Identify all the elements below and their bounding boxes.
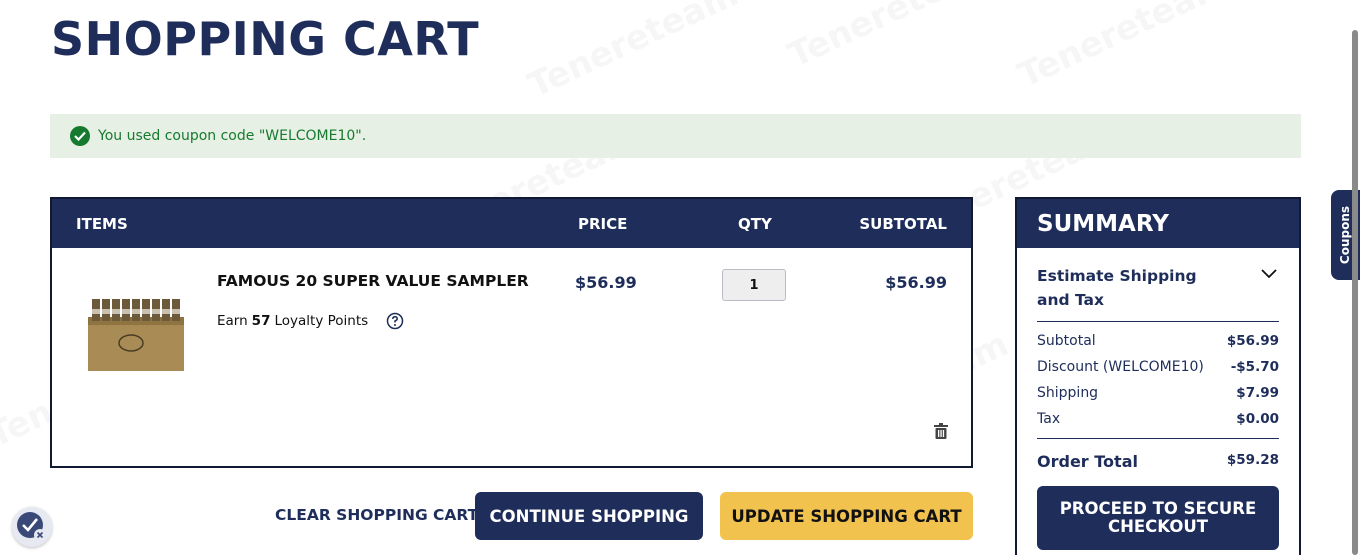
summary-label: Shipping	[1037, 385, 1099, 401]
item-subtotal: $56.99	[885, 273, 947, 292]
update-cart-button[interactable]: UPDATE SHOPPING CART	[720, 492, 973, 540]
page-title: SHOPPING CART	[51, 12, 480, 66]
order-total-label: Order Total	[1037, 452, 1138, 471]
summary-row-order-total: Order Total $59.28	[1037, 452, 1279, 471]
watermark-text: Tenereteam	[1012, 0, 1234, 96]
help-circle-icon[interactable]	[386, 312, 404, 330]
clear-cart-button[interactable]: CLEAR SHOPPING CART	[275, 506, 478, 524]
check-circle-icon	[70, 126, 90, 146]
verified-badge-icon[interactable]	[12, 507, 52, 547]
loyalty-prefix: Earn	[217, 313, 248, 329]
summary-row-discount: Discount (WELCOME10) -$5.70	[1037, 359, 1279, 375]
summary-row-tax: Tax $0.00	[1037, 411, 1279, 427]
proceed-to-checkout-button[interactable]: PROCEED TO SECURE CHECKOUT	[1037, 486, 1279, 550]
summary-label: Discount (WELCOME10)	[1037, 359, 1204, 375]
coupon-success-alert: You used coupon code "WELCOME10".	[50, 114, 1301, 158]
page-scrollbar[interactable]	[1352, 30, 1358, 555]
product-name[interactable]: FAMOUS 20 SUPER VALUE SAMPLER	[217, 272, 529, 290]
product-image[interactable]	[86, 297, 186, 373]
estimate-shipping-toggle[interactable]: Estimate Shipping and Tax	[1037, 264, 1217, 312]
summary-row-shipping: Shipping $7.99	[1037, 385, 1279, 401]
trash-icon[interactable]	[934, 423, 948, 439]
summary-divider	[1037, 438, 1279, 439]
summary-value: $0.00	[1236, 411, 1279, 427]
item-price: $56.99	[575, 273, 637, 292]
header-subtotal: SUBTOTAL	[859, 215, 947, 233]
qty-input[interactable]	[722, 269, 786, 301]
coupons-tab-label: Coupons	[1338, 205, 1353, 265]
summary-value: $56.99	[1226, 333, 1279, 349]
summary-label: Tax	[1037, 411, 1061, 427]
order-total-value: $59.28	[1226, 452, 1279, 468]
summary-value: $7.99	[1236, 385, 1279, 401]
summary-row-subtotal: Subtotal $56.99	[1037, 333, 1279, 349]
loyalty-points-value: 57	[251, 313, 271, 329]
summary-divider	[1037, 321, 1279, 322]
alert-message: You used coupon code "WELCOME10".	[98, 128, 367, 144]
cart-table: ITEMS PRICE QTY SUBTOTAL FAMOUS 20 SUPER…	[50, 197, 973, 468]
summary-label: Subtotal	[1037, 333, 1096, 349]
loyalty-points-text: Earn 57 Loyalty Points	[217, 312, 404, 330]
continue-shopping-button[interactable]: CONTINUE SHOPPING	[475, 492, 703, 540]
watermark-text: Tenereteam	[522, 0, 744, 106]
cart-table-header: ITEMS PRICE QTY SUBTOTAL	[52, 199, 971, 248]
loyalty-suffix: Loyalty Points	[274, 313, 369, 329]
summary-value: -$5.70	[1230, 359, 1279, 375]
order-summary-panel: SUMMARY Estimate Shipping and Tax Subtot…	[1015, 197, 1301, 555]
header-price: PRICE	[578, 215, 628, 233]
header-qty: QTY	[738, 215, 772, 233]
summary-title: SUMMARY	[1017, 199, 1299, 248]
watermark-text: Tenereteam	[782, 0, 1004, 76]
chevron-down-icon[interactable]	[1261, 269, 1277, 279]
header-items: ITEMS	[76, 215, 128, 233]
